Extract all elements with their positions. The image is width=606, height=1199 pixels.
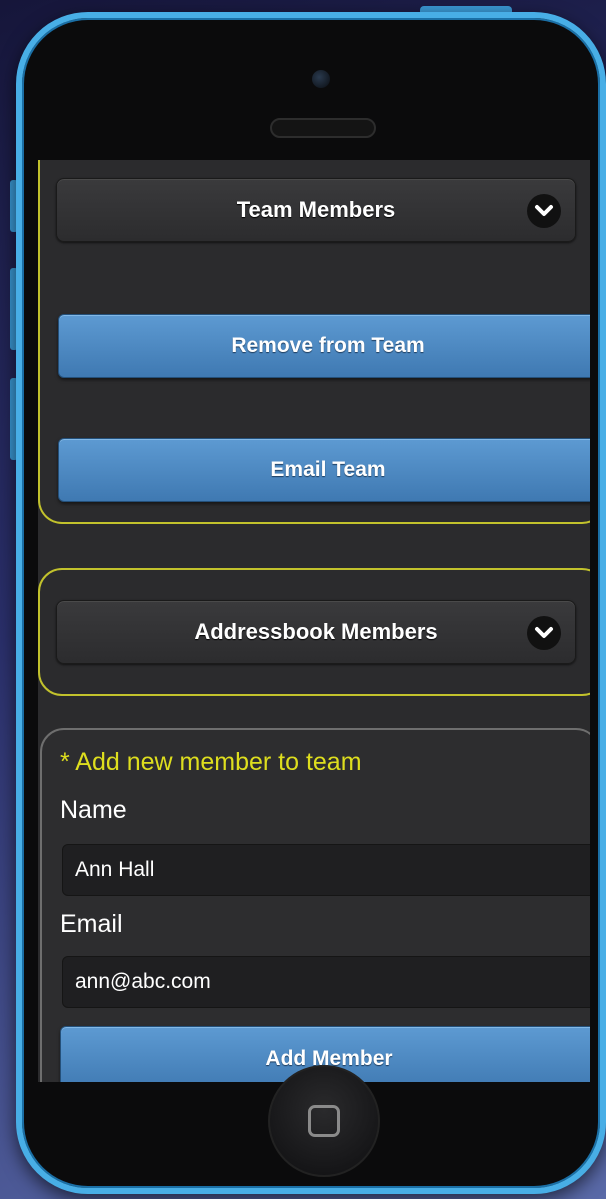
remove-from-team-label: Remove from Team <box>231 334 425 357</box>
name-label: Name <box>60 796 127 824</box>
app-screen: Team Members Remove from Team Email Team… <box>38 160 590 1082</box>
name-field[interactable] <box>62 844 590 896</box>
home-button[interactable] <box>268 1065 380 1177</box>
email-team-button[interactable]: Email Team <box>58 438 590 502</box>
earpiece-speaker <box>270 118 376 138</box>
email-team-label: Email Team <box>270 458 386 481</box>
chevron-down-icon <box>527 616 561 650</box>
home-square-icon <box>308 1105 340 1137</box>
remove-from-team-button[interactable]: Remove from Team <box>58 314 590 378</box>
phone-frame: Team Members Remove from Team Email Team… <box>16 12 606 1194</box>
front-camera <box>312 70 330 88</box>
email-label: Email <box>60 910 123 938</box>
addressbook-members-select[interactable]: Addressbook Members <box>56 600 576 664</box>
add-member-title: * Add new member to team <box>60 748 362 776</box>
team-members-select[interactable]: Team Members <box>56 178 576 242</box>
email-field[interactable] <box>62 956 590 1008</box>
team-members-select-label: Team Members <box>236 197 396 222</box>
addressbook-members-select-label: Addressbook Members <box>194 619 438 644</box>
chevron-down-icon <box>527 194 561 228</box>
